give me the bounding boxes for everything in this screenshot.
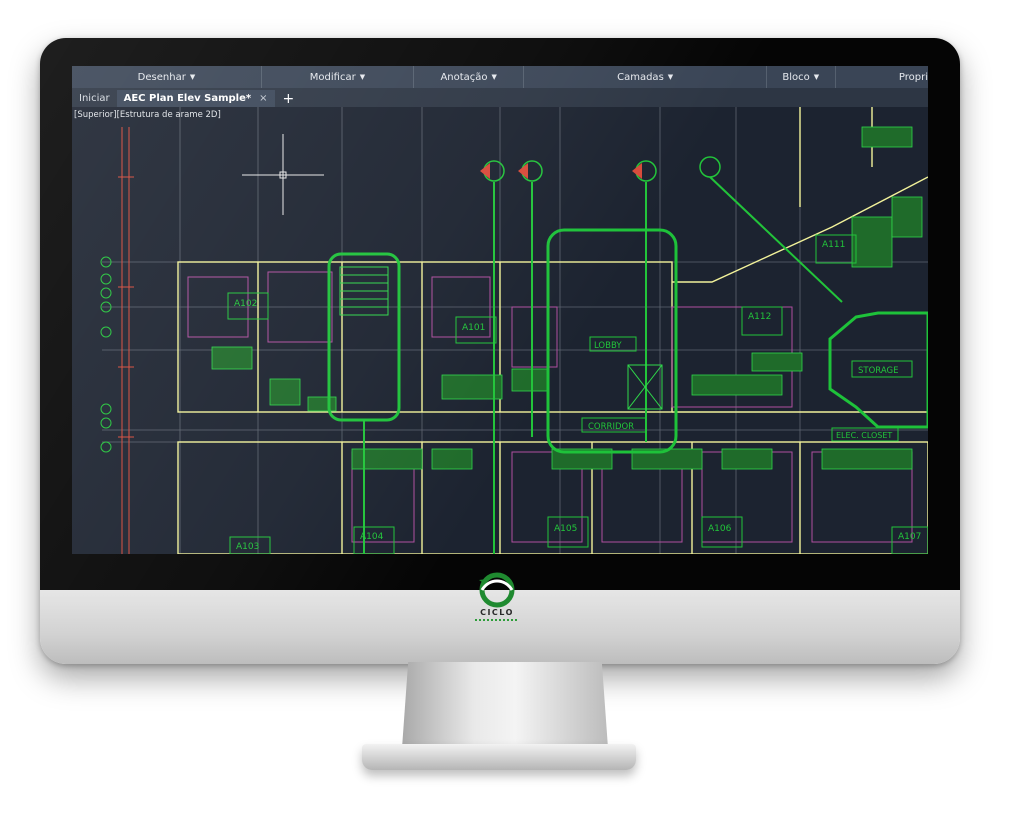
close-icon[interactable]: × xyxy=(259,93,267,104)
room-tag-a106: A106 xyxy=(708,524,732,534)
ribbon-panel-label: Propri xyxy=(898,71,928,83)
tab-aec-plan-elev-sample[interactable]: AEC Plan Elev Sample* × xyxy=(116,90,275,107)
chevron-down-icon: ▼ xyxy=(667,73,674,81)
room-label-lobby: LOBBY xyxy=(594,341,622,351)
ribbon-panel-propriedades[interactable]: Propri xyxy=(836,66,928,88)
grid-bubbles xyxy=(100,256,112,453)
room-tag-a102: A102 xyxy=(234,299,257,309)
tab-label: Iniciar xyxy=(79,93,110,104)
tab-iniciar[interactable]: Iniciar xyxy=(72,90,117,107)
ribbon-panel-camadas[interactable]: Camadas ▼ xyxy=(524,66,767,88)
room-tag-a103: A103 xyxy=(236,542,259,552)
room-tag-a101: A101 xyxy=(462,323,485,333)
ribbon-panel-anotacao[interactable]: Anotação ▼ xyxy=(414,66,525,88)
dimension-lines xyxy=(118,127,134,554)
ciclo-logo-dots xyxy=(475,619,519,621)
room-label-storage: STORAGE xyxy=(858,366,898,376)
partition-walls xyxy=(187,271,913,543)
section-markers xyxy=(480,156,721,182)
room-tag-a104: A104 xyxy=(360,532,384,542)
ciclo-logo-text: CICLO xyxy=(480,608,514,617)
fixture-blocks xyxy=(211,126,923,470)
ribbon-panel-bloco[interactable]: Bloco ▼ xyxy=(767,66,836,88)
room-tag-a105: A105 xyxy=(554,524,577,534)
drawing-viewport[interactable]: [Superior][Estrutura de arame 2D] A102 A… xyxy=(72,107,928,554)
ribbon-panel-label: Anotação xyxy=(440,71,488,83)
ciclo-logo-icon xyxy=(479,572,515,608)
ribbon-panel-label: Modificar xyxy=(309,71,356,83)
building-walls xyxy=(177,107,928,554)
ribbon-panel-modificar[interactable]: Modificar ▼ xyxy=(262,66,414,88)
ribbon-panel-label: Bloco xyxy=(782,71,810,83)
crosshair-cursor-icon xyxy=(242,134,324,215)
ribbon-panel-desenhar[interactable]: Desenhar ▼ xyxy=(72,66,262,88)
monitor-stand-neck xyxy=(402,662,608,748)
ciclo-logo: CICLO xyxy=(462,570,532,650)
tab-label: AEC Plan Elev Sample* xyxy=(123,93,252,104)
monitor-bezel: Desenhar ▼ Modificar ▼ Anotação ▼ Camadas ▼ … xyxy=(40,38,960,590)
chevron-down-icon: ▼ xyxy=(813,73,820,81)
chevron-down-icon: ▼ xyxy=(359,73,366,81)
viewport-controls-label[interactable]: [Superior][Estrutura de arame 2D] xyxy=(74,110,221,120)
room-tag-a112: A112 xyxy=(748,312,771,322)
room-label-corridor: CORRIDOR xyxy=(588,422,634,432)
room-label-elec-closet: ELEC. CLOSET xyxy=(836,431,892,440)
ribbon-panel-label: Camadas xyxy=(617,71,664,83)
new-tab-button[interactable]: + xyxy=(275,90,303,107)
room-tag-a107: A107 xyxy=(898,532,921,542)
chevron-down-icon: ▼ xyxy=(189,73,196,81)
ribbon-panel-bar: Desenhar ▼ Modificar ▼ Anotação ▼ Camadas ▼ … xyxy=(72,66,928,89)
ribbon-panel-label: Desenhar xyxy=(137,71,186,83)
document-tab-bar: Iniciar AEC Plan Elev Sample* × + xyxy=(72,88,928,107)
floor-plan-drawing: A102 A101 A103 A104 A105 A106 A107 A111 … xyxy=(100,107,928,554)
room-tag-text: A102 A101 A103 A104 A105 A106 A107 A111 … xyxy=(234,240,921,552)
chevron-down-icon: ▼ xyxy=(491,73,497,81)
room-tag-a111: A111 xyxy=(822,240,845,250)
monitor-stand-foot xyxy=(362,744,636,770)
column-grid-lines xyxy=(102,107,928,554)
autocad-screen: Desenhar ▼ Modificar ▼ Anotação ▼ Camadas ▼ … xyxy=(72,66,928,554)
